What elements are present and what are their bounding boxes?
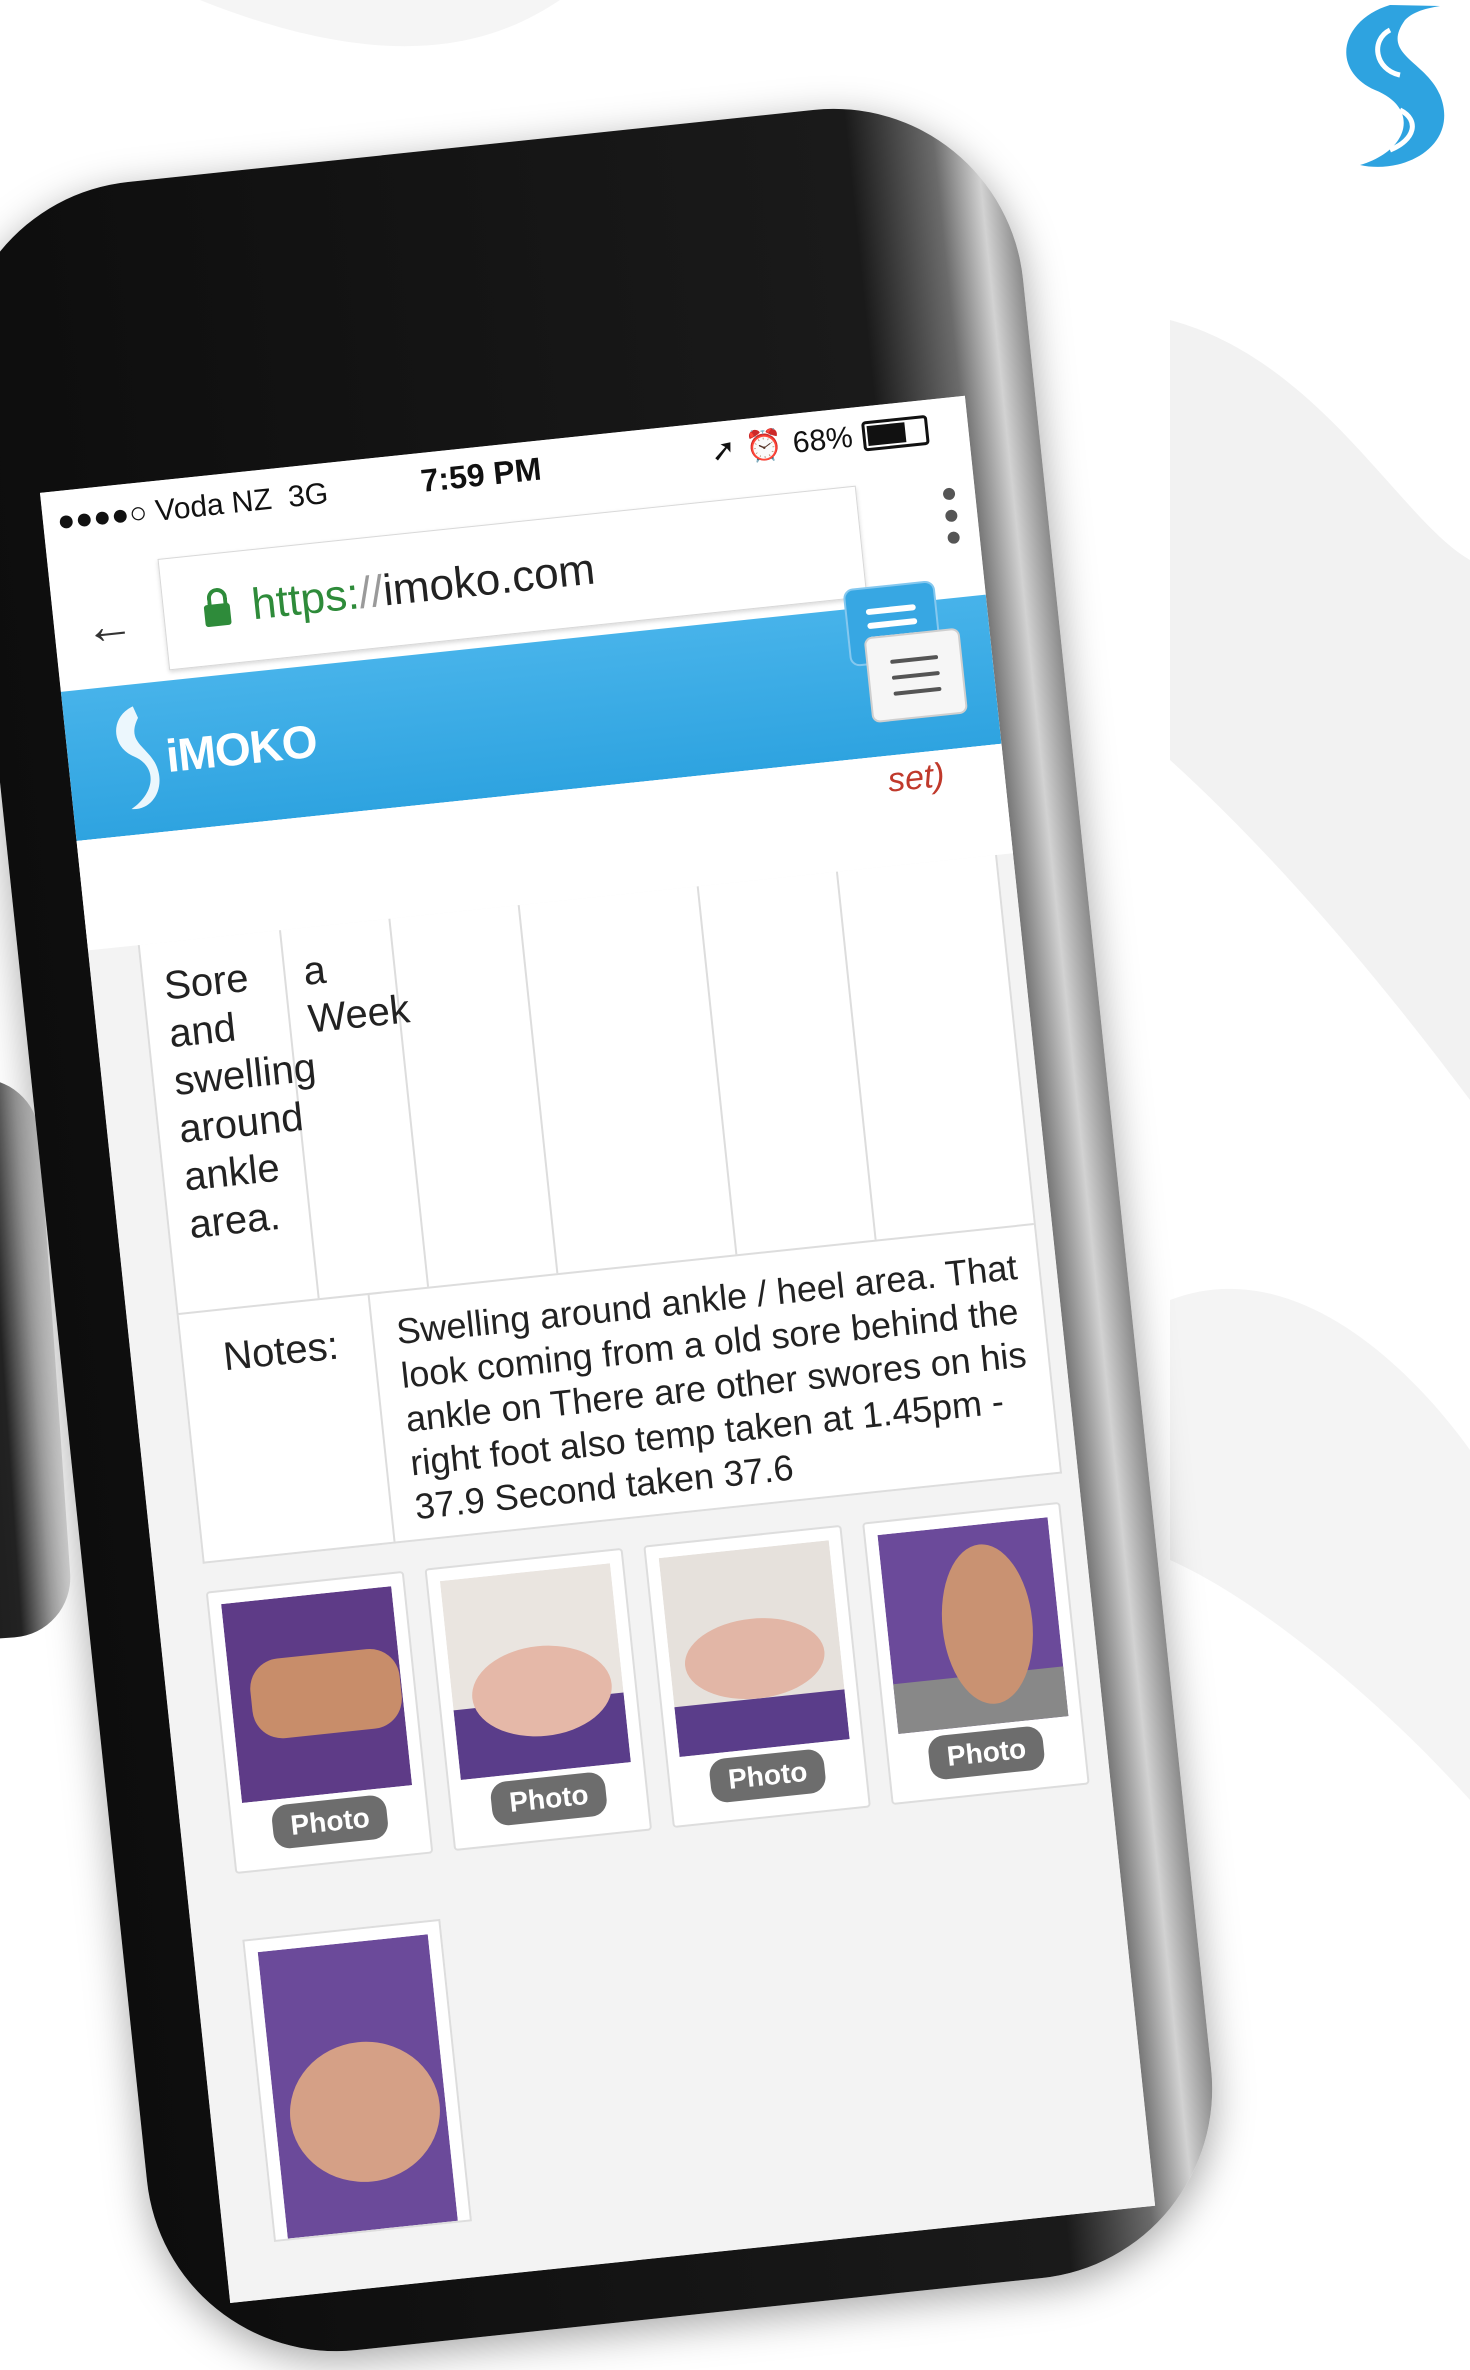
photo-image-2 — [439, 1563, 631, 1780]
status-icons: ➚ ⏰ 68% — [709, 412, 930, 470]
column-header-fragment: set) — [886, 756, 947, 800]
phone-screen: ●●●●○ Voda NZ 3G 7:59 PM ➚ ⏰ 68% ← https… — [39, 395, 1156, 2303]
alarm-icon: ⏰ — [744, 428, 785, 465]
photo-label: Photo — [489, 1770, 609, 1827]
url-scheme: https: — [249, 569, 362, 630]
app-menu-button[interactable] — [863, 627, 969, 724]
photo-gallery: Photo Photo Photo Photo — [205, 1501, 1093, 1890]
photo-thumbnail-3[interactable]: Photo — [643, 1524, 871, 1829]
photo-image-4 — [877, 1517, 1069, 1735]
photo-thumbnail-1[interactable]: Photo — [205, 1570, 434, 1875]
photo-image-3 — [658, 1540, 850, 1757]
photo-image-5 — [257, 1934, 458, 2239]
location-icon: ➚ — [709, 433, 738, 469]
photo-thumbnail-5[interactable] — [242, 1918, 472, 2243]
imoko-mark-icon — [116, 706, 160, 810]
photo-thumbnail-4[interactable]: Photo — [862, 1501, 1090, 1806]
battery-percent: 68% — [791, 420, 855, 460]
duration-cell: a Week — [301, 947, 412, 1042]
arrow-left-icon[interactable]: ← — [81, 594, 137, 657]
lock-icon — [203, 602, 232, 628]
kebab-menu-icon[interactable] — [942, 487, 961, 545]
photo-image-1 — [221, 1586, 413, 1803]
clock: 7:59 PM — [418, 450, 543, 499]
photo-label: Photo — [708, 1747, 828, 1804]
notes-label: Notes: — [221, 1323, 341, 1380]
condition-cell: Sore and swelling around ankle area. — [161, 955, 319, 1248]
battery-icon — [860, 414, 930, 452]
photo-label: Photo — [926, 1724, 1047, 1781]
url-domain: imoko.com — [380, 544, 598, 616]
page-content: set) Sore and swelling around ankle area… — [76, 743, 1156, 2303]
network-label: 3G — [286, 476, 330, 514]
photo-thumbnail-2[interactable]: Photo — [424, 1547, 653, 1852]
notes-text: Swelling around ankle / heel area. That … — [394, 1246, 1029, 1528]
symptom-table: Sore and swelling around ankle area. a W… — [137, 854, 1063, 1564]
app-logo[interactable]: iMOKO — [103, 686, 322, 817]
photo-label: Photo — [270, 1793, 390, 1850]
app-logo-text: iMOKO — [163, 714, 319, 783]
imoko-brand-logo — [1346, 5, 1445, 167]
